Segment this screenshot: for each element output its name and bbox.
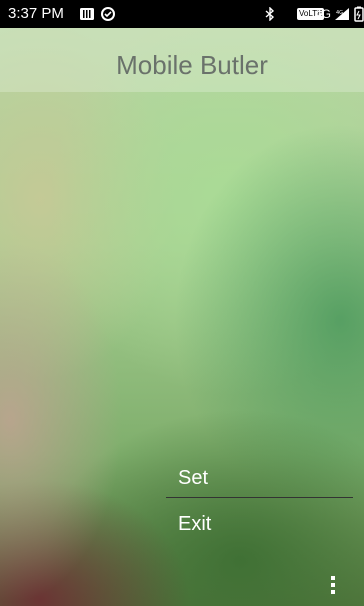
battery-icon xyxy=(354,6,364,22)
svg-text:4G: 4G xyxy=(336,10,343,16)
app-title: Mobile Butler xyxy=(116,50,268,80)
more-vert-icon[interactable] xyxy=(322,570,344,600)
status-time: 3:37 PM xyxy=(8,5,64,22)
app-screen: 3:37 PM VoLTE 4G 4G Mobile Butler Set Ex… xyxy=(0,0,364,606)
menu-divider xyxy=(166,497,353,498)
status-bar: 3:37 PM VoLTE 4G 4G xyxy=(0,0,364,28)
signal-icon: 4G xyxy=(334,6,350,21)
network-type: 4G xyxy=(315,7,332,21)
bluetooth-icon xyxy=(264,6,276,21)
menu-item-exit[interactable]: Exit xyxy=(178,513,211,536)
menu-item-set[interactable]: Set xyxy=(178,467,208,490)
overflow-dot xyxy=(331,576,335,580)
app-bar: Mobile Butler xyxy=(0,28,364,92)
overflow-dot xyxy=(331,583,335,587)
overflow-dot xyxy=(331,590,335,594)
sim-card-icon xyxy=(79,6,95,21)
data-saver-icon xyxy=(100,6,116,21)
